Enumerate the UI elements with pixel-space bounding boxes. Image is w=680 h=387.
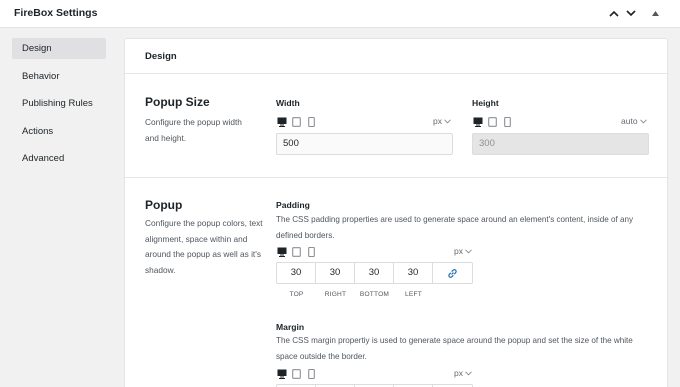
width-unit-select[interactable]: px xyxy=(433,116,451,126)
margin-label: Margin xyxy=(276,322,305,332)
tablet-icon[interactable] xyxy=(291,116,302,127)
sidebar-item-behavior[interactable]: Behavior xyxy=(12,66,106,87)
link-icon xyxy=(448,268,457,278)
padding-label: Padding xyxy=(276,200,310,210)
design-card: Design Popup Size Configure the popup wi… xyxy=(124,38,668,387)
margin-help: The CSS margin propertiy is used to gene… xyxy=(276,336,633,361)
margin-device-switcher xyxy=(276,368,317,379)
padding-unit-select[interactable]: px xyxy=(454,246,472,256)
width-unit-value: px xyxy=(433,116,442,126)
tablet-icon[interactable] xyxy=(291,368,302,379)
desktop-icon[interactable] xyxy=(472,116,483,127)
chevron-down-icon xyxy=(444,118,451,124)
padding-device-switcher xyxy=(276,246,317,257)
padding-help: The CSS padding properties are used to g… xyxy=(276,215,634,240)
padding-bottom-input[interactable]: 30 xyxy=(355,263,394,283)
height-unit-value: auto xyxy=(621,116,638,126)
side-label-right: RIGHT xyxy=(324,291,347,298)
desktop-icon[interactable] xyxy=(276,246,287,257)
height-unit-select[interactable]: auto xyxy=(621,116,647,126)
tablet-icon[interactable] xyxy=(487,116,498,127)
padding-left-input[interactable]: 30 xyxy=(394,263,433,283)
settings-sidebar: Design Behavior Publishing Rules Actions… xyxy=(12,38,106,176)
mobile-icon[interactable] xyxy=(306,246,317,257)
sidebar-item-publishing-rules[interactable]: Publishing Rules xyxy=(12,93,106,114)
sidebar-item-actions[interactable]: Actions xyxy=(12,121,106,142)
chevron-down-icon xyxy=(465,248,472,254)
card-title: Design xyxy=(125,39,667,74)
height-input[interactable]: 300 xyxy=(472,133,649,155)
sidebar-item-advanced[interactable]: Advanced xyxy=(12,148,106,169)
section-description: Configure the popup colors, text alignme… xyxy=(145,218,263,275)
padding-top-input[interactable]: 30 xyxy=(277,263,316,283)
mobile-icon[interactable] xyxy=(306,368,317,379)
mobile-icon[interactable] xyxy=(502,116,513,127)
chevron-down-icon xyxy=(465,370,472,376)
padding-side-labels: TOP RIGHT BOTTOM LEFT xyxy=(277,291,433,298)
width-input[interactable]: 500 xyxy=(276,133,453,155)
sidebar-item-design[interactable]: Design xyxy=(12,38,106,59)
side-label-top: TOP xyxy=(289,291,304,298)
margin-unit-select[interactable]: px xyxy=(454,368,472,378)
side-label-bottom: BOTTOM xyxy=(359,291,390,298)
width-label: Width xyxy=(276,98,300,108)
link-values-button[interactable] xyxy=(433,263,472,283)
panel-title: FireBox Settings xyxy=(14,7,98,19)
width-device-switcher xyxy=(276,116,317,127)
desktop-icon[interactable] xyxy=(276,368,287,379)
section-title: Popup xyxy=(145,198,183,212)
side-label-left: LEFT xyxy=(405,291,422,298)
height-device-switcher xyxy=(472,116,513,127)
padding-inputs: 30 30 30 30 xyxy=(276,262,473,284)
height-label: Height xyxy=(472,98,499,108)
margin-unit-value: px xyxy=(454,368,463,378)
padding-right-input[interactable]: 30 xyxy=(316,263,355,283)
section-divider xyxy=(125,177,667,178)
mobile-icon[interactable] xyxy=(306,116,317,127)
section-title: Popup Size xyxy=(145,95,210,109)
collapse-triangle-icon[interactable] xyxy=(648,6,662,20)
chevron-up-icon[interactable] xyxy=(607,6,621,20)
section-description: Configure the popup width and height. xyxy=(145,117,242,143)
tablet-icon[interactable] xyxy=(291,246,302,257)
padding-unit-value: px xyxy=(454,246,463,256)
chevron-down-icon[interactable] xyxy=(624,6,638,20)
chevron-down-icon xyxy=(639,118,647,124)
desktop-icon[interactable] xyxy=(276,116,287,127)
panel-header: FireBox Settings xyxy=(0,0,680,28)
